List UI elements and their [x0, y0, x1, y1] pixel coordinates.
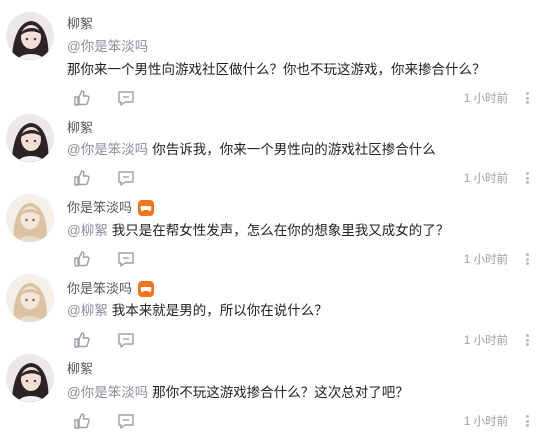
avatar[interactable]	[6, 274, 54, 322]
comment-text: 那你来一个男性向游戏社区做什么？你也不玩这游戏，你来掺合什么？	[67, 62, 486, 77]
comment-text: 那你不玩这游戏掺合什么？这次总对了吧？	[152, 385, 409, 400]
more-options-icon[interactable]	[522, 332, 532, 348]
comment-text: 我只是在帮女性发声，怎么在你的想象里我又成女的了？	[111, 223, 450, 238]
mention-link[interactable]: @你是笨淡吗	[67, 385, 148, 400]
avatar[interactable]	[6, 114, 54, 162]
mention-link[interactable]: @柳絮	[67, 223, 108, 238]
comment-text: 我本来就是男的，所以你在说什么？	[111, 303, 328, 318]
reply-icon[interactable]	[116, 249, 136, 269]
more-options-icon[interactable]	[522, 90, 532, 106]
blonde-avatar-icon	[6, 274, 54, 322]
like-icon[interactable]	[72, 168, 92, 188]
comment-text: 你告诉我，你来一个男性向的游戏社区掺合什么	[152, 142, 436, 157]
username[interactable]: 柳絮	[67, 361, 93, 377]
mention-link[interactable]: @柳絮	[67, 303, 108, 318]
reply-icon[interactable]	[116, 330, 136, 350]
username[interactable]: 柳絮	[67, 16, 93, 32]
timestamp: 1 小时前	[463, 254, 508, 266]
more-options-icon[interactable]	[522, 251, 532, 267]
reply-icon[interactable]	[116, 88, 136, 108]
avatar[interactable]	[6, 12, 54, 60]
timestamp: 1 小时前	[463, 173, 508, 185]
gamer-badge-icon	[138, 200, 155, 216]
more-options-icon[interactable]	[522, 170, 532, 186]
comment-actions: 1 小时前	[72, 411, 532, 431]
more-options-icon[interactable]	[522, 413, 532, 429]
timestamp: 1 小时前	[463, 93, 508, 105]
comment-actions: 1 小时前	[72, 330, 532, 350]
avatar[interactable]	[6, 194, 54, 242]
mention-link[interactable]: @你是笨淡吗	[67, 39, 148, 54]
reply-icon[interactable]	[116, 168, 136, 188]
like-icon[interactable]	[72, 330, 92, 350]
avatar[interactable]	[6, 354, 54, 402]
timestamp: 1 小时前	[463, 335, 508, 347]
username[interactable]: 你是笨淡吗	[67, 200, 132, 216]
mention-link[interactable]: @你是笨淡吗	[67, 142, 148, 157]
comment-actions: 1 小时前	[72, 88, 532, 108]
reply-icon[interactable]	[116, 411, 136, 431]
username[interactable]: 柳絮	[67, 120, 93, 136]
blonde-avatar-icon	[6, 194, 54, 242]
timestamp: 1 小时前	[463, 416, 508, 428]
dark-hair-avatar-icon	[6, 12, 54, 60]
dark-hair-avatar-icon	[6, 354, 54, 402]
comment-actions: 1 小时前	[72, 249, 532, 269]
gamer-badge-icon	[138, 281, 155, 297]
username[interactable]: 你是笨淡吗	[67, 281, 132, 297]
like-icon[interactable]	[72, 88, 92, 108]
dark-hair-avatar-icon	[6, 114, 54, 162]
like-icon[interactable]	[72, 249, 92, 269]
like-icon[interactable]	[72, 411, 92, 431]
comment-actions: 1 小时前	[72, 168, 532, 188]
